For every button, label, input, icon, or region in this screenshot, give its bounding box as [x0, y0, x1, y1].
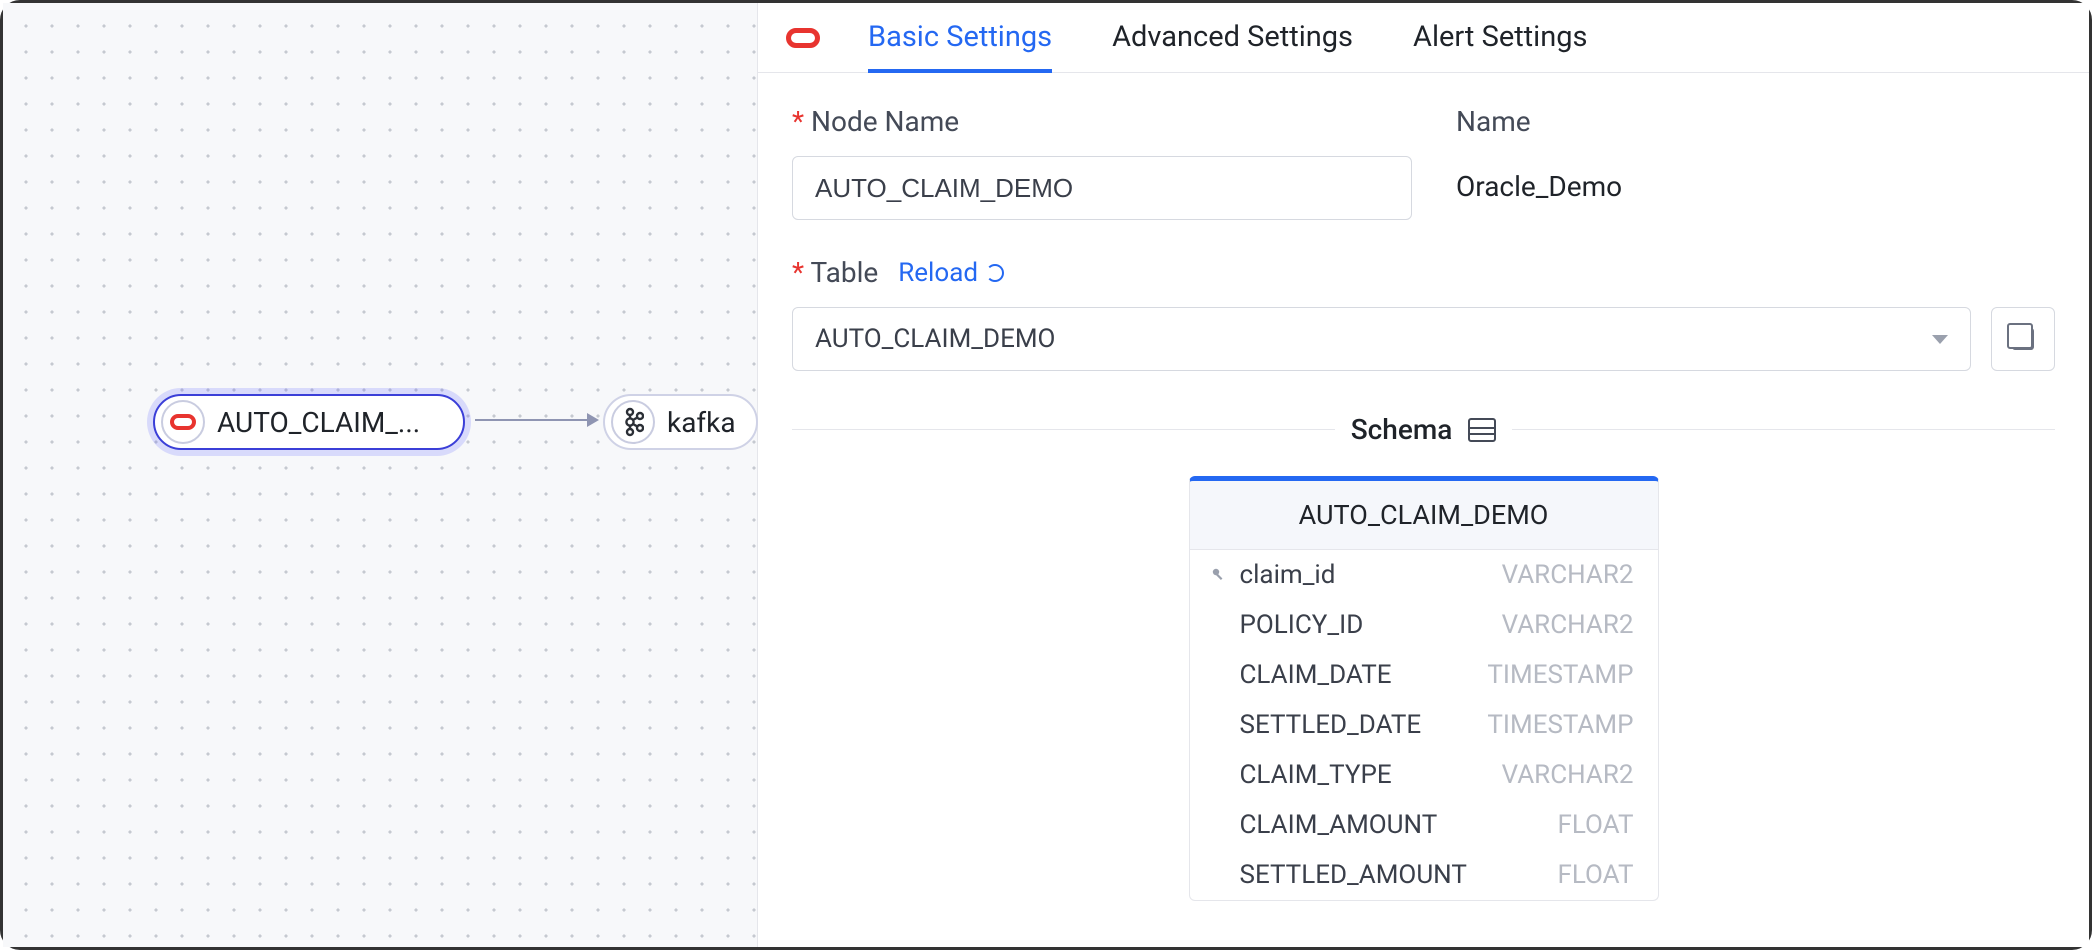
primary-key-icon [1208, 567, 1230, 583]
reload-button[interactable]: Reload [898, 258, 1004, 288]
schema-column-type: VARCHAR2 [1502, 560, 1634, 590]
schema-column-row: SETTLED_DATE TIMESTAMP [1190, 700, 1658, 750]
schema-column-row: CLAIM_TYPE VARCHAR2 [1190, 750, 1658, 800]
schema-column-row: POLICY_ID VARCHAR2 [1190, 600, 1658, 650]
schema-column-row: CLAIM_DATE TIMESTAMP [1190, 650, 1658, 700]
schema-divider: Schema [792, 413, 2055, 446]
schema-column-type: VARCHAR2 [1502, 610, 1634, 640]
schema-column-name: CLAIM_DATE [1240, 660, 1392, 690]
settings-tabs: Basic Settings Advanced Settings Alert S… [758, 3, 2089, 73]
schema-column-row: claim_id VARCHAR2 [1190, 550, 1658, 600]
flow-canvas[interactable]: AUTO_CLAIM_... [3, 3, 758, 947]
oracle-icon [786, 28, 820, 48]
schema-column-type: FLOAT [1557, 860, 1633, 890]
copy-button[interactable] [1991, 307, 2055, 371]
flow-node-source[interactable]: AUTO_CLAIM_... [153, 394, 465, 450]
schema-column-row: SETTLED_AMOUNT FLOAT [1190, 850, 1658, 900]
schema-column-name: SETTLED_DATE [1240, 710, 1422, 740]
schema-table-name: AUTO_CLAIM_DEMO [1190, 481, 1658, 550]
schema-title: Schema [1351, 413, 1453, 446]
schema-column-type: TIMESTAMP [1487, 710, 1633, 740]
reload-icon [986, 264, 1004, 282]
kafka-icon [611, 400, 655, 444]
schema-column-name: POLICY_ID [1240, 610, 1364, 640]
table-label: Table [792, 256, 878, 289]
flow-node-source-label: AUTO_CLAIM_... [205, 406, 434, 439]
schema-column-type: FLOAT [1557, 810, 1633, 840]
schema-card: AUTO_CLAIM_DEMO claim_idVARCHAR2POLICY_I… [1189, 476, 1659, 901]
schema-column-type: TIMESTAMP [1487, 660, 1633, 690]
node-name-label: Node Name [792, 105, 1412, 138]
table-select-value: AUTO_CLAIM_DEMO [815, 324, 1055, 354]
flow-edge [475, 419, 597, 421]
tab-basic-settings[interactable]: Basic Settings [868, 2, 1052, 73]
schema-column-name: CLAIM_TYPE [1240, 760, 1392, 790]
table-select[interactable]: AUTO_CLAIM_DEMO [792, 307, 1971, 371]
copy-icon [2012, 328, 2034, 350]
schema-column-row: CLAIM_AMOUNT FLOAT [1190, 800, 1658, 850]
schema-column-type: VARCHAR2 [1502, 760, 1634, 790]
schema-column-name: CLAIM_AMOUNT [1240, 810, 1438, 840]
tab-alert-settings[interactable]: Alert Settings [1413, 2, 1587, 73]
name-value: Oracle_Demo [1456, 156, 1622, 203]
schema-column-name: claim_id [1240, 560, 1336, 590]
name-label: Name [1456, 105, 1622, 138]
properties-panel: Basic Settings Advanced Settings Alert S… [758, 3, 2089, 947]
table-icon [1468, 418, 1496, 442]
schema-column-name: SETTLED_AMOUNT [1240, 860, 1467, 890]
oracle-icon [161, 400, 205, 444]
flow-node-target[interactable]: kafka [603, 394, 758, 450]
chevron-down-icon [1932, 335, 1948, 344]
tab-advanced-settings[interactable]: Advanced Settings [1112, 2, 1353, 73]
node-name-input[interactable] [792, 156, 1412, 220]
reload-label: Reload [898, 258, 978, 288]
flow-node-target-label: kafka [655, 406, 750, 439]
